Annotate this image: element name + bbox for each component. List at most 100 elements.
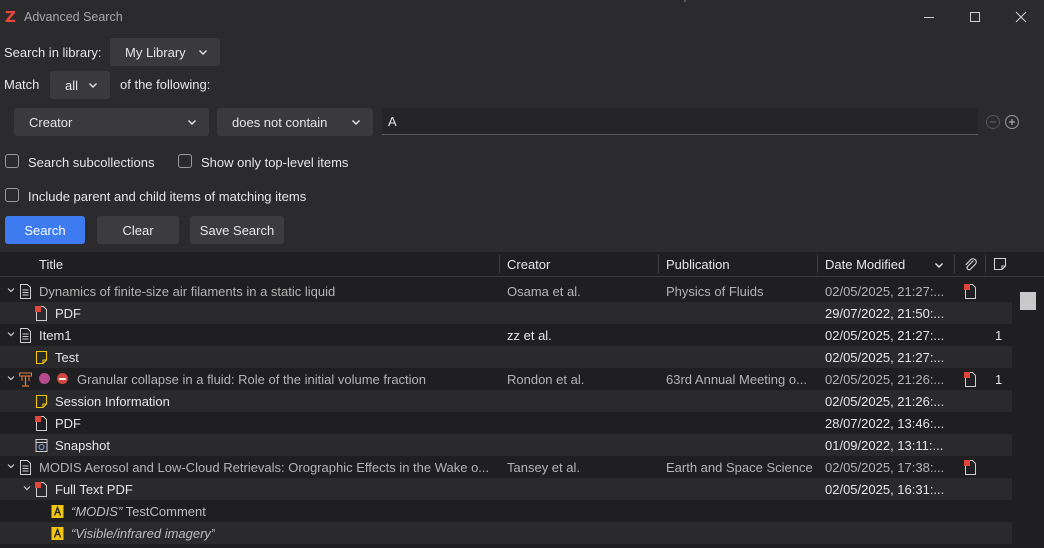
- item-title: Full Text PDF: [55, 482, 133, 497]
- search-subcollections-checkbox[interactable]: [5, 154, 19, 168]
- condition-operator-dropdown[interactable]: does not contain: [217, 108, 373, 136]
- chevron-down-icon: [89, 83, 97, 88]
- column-header: Title Creator Publication Date Modified: [0, 252, 1044, 277]
- minimize-icon: [924, 17, 934, 18]
- child-item-row[interactable]: PDF 28/07/2022, 13:46:...: [0, 412, 1012, 434]
- child-item-row[interactable]: PDF 29/07/2022, 21:50:...: [0, 302, 1012, 324]
- include-parent-child-checkbox[interactable]: [5, 188, 19, 202]
- results-scrollbar[interactable]: [1016, 278, 1040, 548]
- attachment-pdf-icon: [964, 284, 976, 299]
- item-publication: 63rd Annual Meeting o...: [666, 372, 807, 387]
- top-level-items-label: Show only top-level items: [201, 155, 349, 170]
- item-date-modified: 02/05/2025, 16:31:...: [825, 482, 945, 497]
- attachment-pdf-icon: [964, 460, 976, 475]
- maximize-button[interactable]: [952, 0, 998, 34]
- annotation-comment: TestComment: [122, 504, 206, 519]
- column-creator[interactable]: Creator: [507, 257, 550, 272]
- child-item-row[interactable]: Test 02/05/2025, 21:27:...: [0, 346, 1012, 368]
- item-row[interactable]: Dynamics of finite-size air filaments in…: [0, 280, 1012, 302]
- item-title: “MODIS” TestComment: [71, 504, 206, 519]
- close-button[interactable]: [998, 0, 1044, 34]
- of-the-following-label: of the following:: [120, 77, 211, 92]
- journal-icon: [20, 284, 31, 299]
- item-date-modified: 29/07/2022, 21:50:...: [825, 306, 945, 321]
- annotation-row[interactable]: “Visible/infrared imagery”: [0, 522, 1012, 544]
- note-icon: [35, 394, 48, 409]
- child-item-row[interactable]: Full Text PDF 02/05/2025, 16:31:...: [0, 478, 1012, 500]
- no-entry-icon: [57, 373, 68, 384]
- top-level-items-checkbox[interactable]: [178, 154, 192, 168]
- clear-button[interactable]: Clear: [97, 216, 179, 244]
- window-edge-mark: [684, 0, 686, 2]
- minimize-button[interactable]: [906, 0, 952, 34]
- item-title: Dynamics of finite-size air filaments in…: [39, 284, 336, 299]
- item-date-modified: 02/05/2025, 21:27:...: [825, 350, 945, 365]
- include-parent-child-label: Include parent and child items of matchi…: [28, 189, 307, 204]
- item-notes-count: 1: [995, 372, 1003, 387]
- twisty-chevron-down-icon[interactable]: [6, 329, 16, 339]
- item-publication: Earth and Space Science: [666, 460, 813, 475]
- chevron-down-icon: [199, 50, 207, 55]
- column-separator[interactable]: [817, 255, 818, 273]
- note-icon: [35, 350, 48, 365]
- twisty-chevron-down-icon[interactable]: [22, 483, 32, 493]
- match-dropdown[interactable]: all: [50, 71, 110, 99]
- column-publication[interactable]: Publication: [666, 257, 730, 272]
- pdf-icon: [35, 416, 47, 431]
- attachment-pdf-icon: [964, 372, 976, 387]
- column-separator[interactable]: [954, 255, 955, 273]
- item-publication: Physics of Fluids: [666, 284, 764, 299]
- column-title[interactable]: Title: [39, 257, 63, 272]
- item-title: MODIS Aerosol and Low-Cloud Retrievals: …: [39, 460, 490, 475]
- item-row[interactable]: Granular collapse in a fluid: Role of th…: [0, 368, 1012, 390]
- twisty-chevron-down-icon[interactable]: [6, 373, 16, 383]
- library-dropdown-value: My Library: [125, 44, 186, 60]
- item-row[interactable]: Item1 zz et al. 02/05/2025, 21:27:... 1: [0, 324, 1012, 346]
- item-notes-count: 1: [995, 328, 1003, 343]
- save-search-button[interactable]: Save Search: [190, 216, 284, 244]
- pdf-icon: [35, 482, 47, 497]
- column-separator[interactable]: [985, 255, 986, 273]
- snapshot-icon: [35, 439, 48, 452]
- close-icon: [1015, 11, 1027, 23]
- presentation-icon: [19, 372, 32, 387]
- search-button[interactable]: Search: [5, 216, 85, 244]
- item-creator: Tansey et al.: [507, 460, 580, 475]
- column-attachments-paperclip-icon[interactable]: [962, 256, 978, 272]
- document-icon: [20, 328, 31, 343]
- match-dropdown-value: all: [65, 77, 79, 93]
- annotation-row[interactable]: “MODIS” TestComment: [0, 500, 1012, 522]
- item-creator: zz et al.: [507, 328, 552, 343]
- column-separator[interactable]: [658, 255, 659, 273]
- column-date-modified[interactable]: Date Modified: [825, 257, 905, 272]
- tag-dot-icon: [39, 373, 50, 384]
- item-row[interactable]: MODIS Aerosol and Low-Cloud Retrievals: …: [0, 456, 1012, 478]
- pdf-icon: [35, 306, 47, 321]
- minus-icon: [990, 121, 996, 123]
- sort-chevron-down-icon[interactable]: [932, 258, 946, 272]
- child-item-row[interactable]: Snapshot 01/09/2022, 13:11:...: [0, 434, 1012, 456]
- twisty-chevron-down-icon[interactable]: [6, 285, 16, 295]
- search-in-library-label: Search in library:: [4, 45, 102, 60]
- add-condition-button[interactable]: [1005, 115, 1019, 129]
- item-date-modified: 01/09/2022, 13:11:...: [825, 438, 944, 453]
- column-separator[interactable]: [499, 255, 500, 273]
- remove-condition-button[interactable]: [986, 115, 1000, 129]
- item-date-modified: 28/07/2022, 13:46:...: [825, 416, 945, 431]
- item-title: PDF: [55, 416, 81, 431]
- twisty-chevron-down-icon[interactable]: [6, 461, 16, 471]
- library-dropdown[interactable]: My Library: [110, 38, 220, 66]
- child-item-row[interactable]: Session Information 02/05/2025, 21:26:...: [0, 390, 1012, 412]
- search-subcollections-label: Search subcollections: [28, 155, 155, 170]
- condition-value-input[interactable]: [382, 108, 978, 135]
- condition-field-dropdown[interactable]: Creator: [14, 108, 209, 136]
- annotation-icon: [51, 505, 64, 518]
- column-notes-icon[interactable]: [992, 256, 1008, 272]
- zotero-logo-icon: Z: [5, 8, 16, 26]
- chevron-down-icon: [188, 120, 196, 125]
- annotation-quote: “MODIS”: [71, 504, 123, 519]
- item-title: Snapshot: [55, 438, 110, 453]
- results-scrollbar-thumb[interactable]: [1020, 292, 1036, 310]
- window-title: Advanced Search: [24, 10, 123, 24]
- item-date-modified: 02/05/2025, 21:27:...: [825, 328, 945, 343]
